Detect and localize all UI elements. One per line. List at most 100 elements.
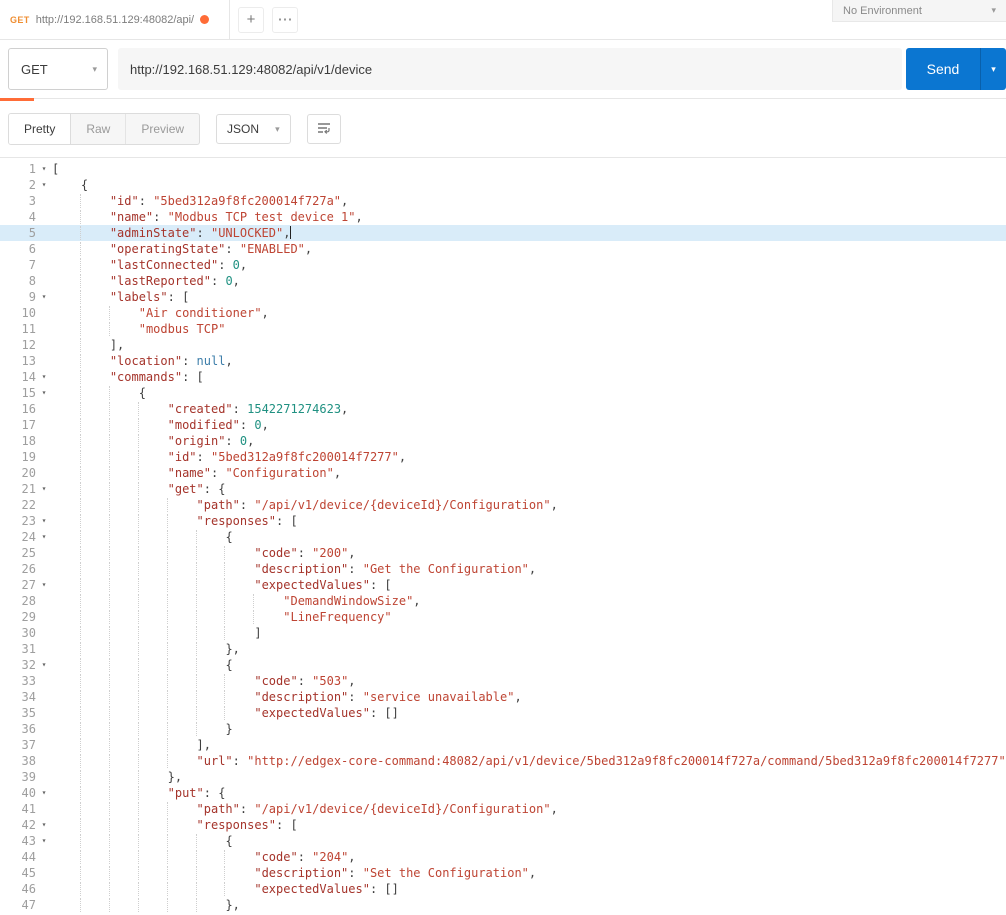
code-line[interactable]: 9▾ "labels": [	[0, 289, 1006, 305]
code-editor[interactable]: 1▾[2▾ {3 "id": "5bed312a9f8fc200014f727a…	[0, 157, 1006, 915]
code-line[interactable]: 33 "code": "503",	[0, 673, 1006, 689]
code-line[interactable]: 27▾ "expectedValues": [	[0, 577, 1006, 593]
code-line[interactable]: 28 "DemandWindowSize",	[0, 593, 1006, 609]
code-line[interactable]: 15▾ {	[0, 385, 1006, 401]
code-line[interactable]: 35 "expectedValues": []	[0, 705, 1006, 721]
code-line[interactable]: 39 },	[0, 769, 1006, 785]
fold-toggle-icon[interactable]: ▾	[36, 513, 52, 529]
code-text: "responses": [	[52, 817, 1006, 833]
code-line[interactable]: 1▾[	[0, 161, 1006, 177]
method-select-value: GET	[21, 62, 48, 77]
request-tab[interactable]: GET http://192.168.51.129:48082/api/	[0, 0, 230, 39]
code-line[interactable]: 38 "url": "http://edgex-core-command:480…	[0, 753, 1006, 769]
line-number: 23	[0, 513, 36, 529]
line-number: 30	[0, 625, 36, 641]
code-line[interactable]: 25 "code": "200",	[0, 545, 1006, 561]
line-number: 12	[0, 337, 36, 353]
response-format-value: JSON	[227, 122, 259, 136]
code-line[interactable]: 26 "description": "Get the Configuration…	[0, 561, 1006, 577]
code-line[interactable]: 5 "adminState": "UNLOCKED",	[0, 225, 1006, 241]
code-line[interactable]: 31 },	[0, 641, 1006, 657]
code-line[interactable]: 34 "description": "service unavailable",	[0, 689, 1006, 705]
response-view-tab-raw[interactable]: Raw	[71, 114, 126, 144]
fold-spacer	[36, 545, 52, 561]
code-line[interactable]: 42▾ "responses": [	[0, 817, 1006, 833]
code-line[interactable]: 12 ],	[0, 337, 1006, 353]
line-number: 21	[0, 481, 36, 497]
code-text: ],	[52, 737, 1006, 753]
fold-spacer	[36, 305, 52, 321]
chevron-down-icon: ▾	[991, 6, 996, 15]
code-line[interactable]: 29 "LineFrequency"	[0, 609, 1006, 625]
code-line[interactable]: 13 "location": null,	[0, 353, 1006, 369]
code-text: },	[52, 769, 1006, 785]
fold-toggle-icon[interactable]: ▾	[36, 529, 52, 545]
fold-toggle-icon[interactable]: ▾	[36, 289, 52, 305]
code-line[interactable]: 11 "modbus TCP"	[0, 321, 1006, 337]
fold-toggle-icon[interactable]: ▾	[36, 161, 52, 177]
new-tab-button[interactable]: +	[238, 7, 264, 33]
environment-selector[interactable]: No Environment ▾	[832, 0, 1006, 22]
send-options-caret[interactable]: ▾	[980, 48, 1006, 90]
fold-toggle-icon[interactable]: ▾	[36, 385, 52, 401]
more-options-button[interactable]: ⋯	[272, 7, 298, 33]
code-line[interactable]: 16 "created": 1542271274623,	[0, 401, 1006, 417]
code-line[interactable]: 47 },	[0, 897, 1006, 913]
wrap-text-button[interactable]	[307, 114, 341, 144]
fold-toggle-icon[interactable]: ▾	[36, 481, 52, 497]
fold-toggle-icon[interactable]: ▾	[36, 657, 52, 673]
code-line[interactable]: 4 "name": "Modbus TCP test device 1",	[0, 209, 1006, 225]
url-input-value: http://192.168.51.129:48082/api/v1/devic…	[130, 62, 372, 77]
code-line[interactable]: 23▾ "responses": [	[0, 513, 1006, 529]
code-line[interactable]: 43▾ {	[0, 833, 1006, 849]
code-text: "expectedValues": []	[52, 705, 1006, 721]
line-number: 25	[0, 545, 36, 561]
code-line[interactable]: 37 ],	[0, 737, 1006, 753]
fold-toggle-icon[interactable]: ▾	[36, 369, 52, 385]
code-line[interactable]: 3 "id": "5bed312a9f8fc200014f727a",	[0, 193, 1006, 209]
code-text: },	[52, 641, 1006, 657]
code-text: "labels": [	[52, 289, 1006, 305]
response-view-tab-preview[interactable]: Preview	[126, 114, 199, 144]
fold-toggle-icon[interactable]: ▾	[36, 817, 52, 833]
method-select[interactable]: GET ▾	[8, 48, 108, 90]
code-line[interactable]: 41 "path": "/api/v1/device/{deviceId}/Co…	[0, 801, 1006, 817]
code-line[interactable]: 7 "lastConnected": 0,	[0, 257, 1006, 273]
fold-toggle-icon[interactable]: ▾	[36, 785, 52, 801]
code-text: },	[52, 897, 1006, 913]
line-number: 28	[0, 593, 36, 609]
code-text: "code": "503",	[52, 673, 1006, 689]
response-format-select[interactable]: JSON ▾	[216, 114, 291, 144]
line-number: 31	[0, 641, 36, 657]
line-number: 10	[0, 305, 36, 321]
line-number: 19	[0, 449, 36, 465]
code-line[interactable]: 21▾ "get": {	[0, 481, 1006, 497]
code-text: "lastReported": 0,	[52, 273, 1006, 289]
fold-toggle-icon[interactable]: ▾	[36, 177, 52, 193]
code-line[interactable]: 20 "name": "Configuration",	[0, 465, 1006, 481]
code-text: "name": "Modbus TCP test device 1",	[52, 209, 1006, 225]
code-line[interactable]: 30 ]	[0, 625, 1006, 641]
code-line[interactable]: 22 "path": "/api/v1/device/{deviceId}/Co…	[0, 497, 1006, 513]
code-line[interactable]: 24▾ {	[0, 529, 1006, 545]
send-button[interactable]: Send ▾	[906, 48, 1006, 90]
code-line[interactable]: 45 "description": "Set the Configuration…	[0, 865, 1006, 881]
fold-spacer	[36, 865, 52, 881]
code-line[interactable]: 46 "expectedValues": []	[0, 881, 1006, 897]
code-line[interactable]: 32▾ {	[0, 657, 1006, 673]
code-line[interactable]: 18 "origin": 0,	[0, 433, 1006, 449]
code-line[interactable]: 44 "code": "204",	[0, 849, 1006, 865]
code-line[interactable]: 40▾ "put": {	[0, 785, 1006, 801]
code-line[interactable]: 19 "id": "5bed312a9f8fc200014f7277",	[0, 449, 1006, 465]
fold-toggle-icon[interactable]: ▾	[36, 833, 52, 849]
code-line[interactable]: 36 }	[0, 721, 1006, 737]
response-view-tab-pretty[interactable]: Pretty	[9, 114, 71, 144]
url-input[interactable]: http://192.168.51.129:48082/api/v1/devic…	[118, 48, 902, 90]
code-line[interactable]: 6 "operatingState": "ENABLED",	[0, 241, 1006, 257]
code-line[interactable]: 8 "lastReported": 0,	[0, 273, 1006, 289]
code-line[interactable]: 2▾ {	[0, 177, 1006, 193]
code-line[interactable]: 14▾ "commands": [	[0, 369, 1006, 385]
code-line[interactable]: 17 "modified": 0,	[0, 417, 1006, 433]
fold-toggle-icon[interactable]: ▾	[36, 577, 52, 593]
code-line[interactable]: 10 "Air conditioner",	[0, 305, 1006, 321]
